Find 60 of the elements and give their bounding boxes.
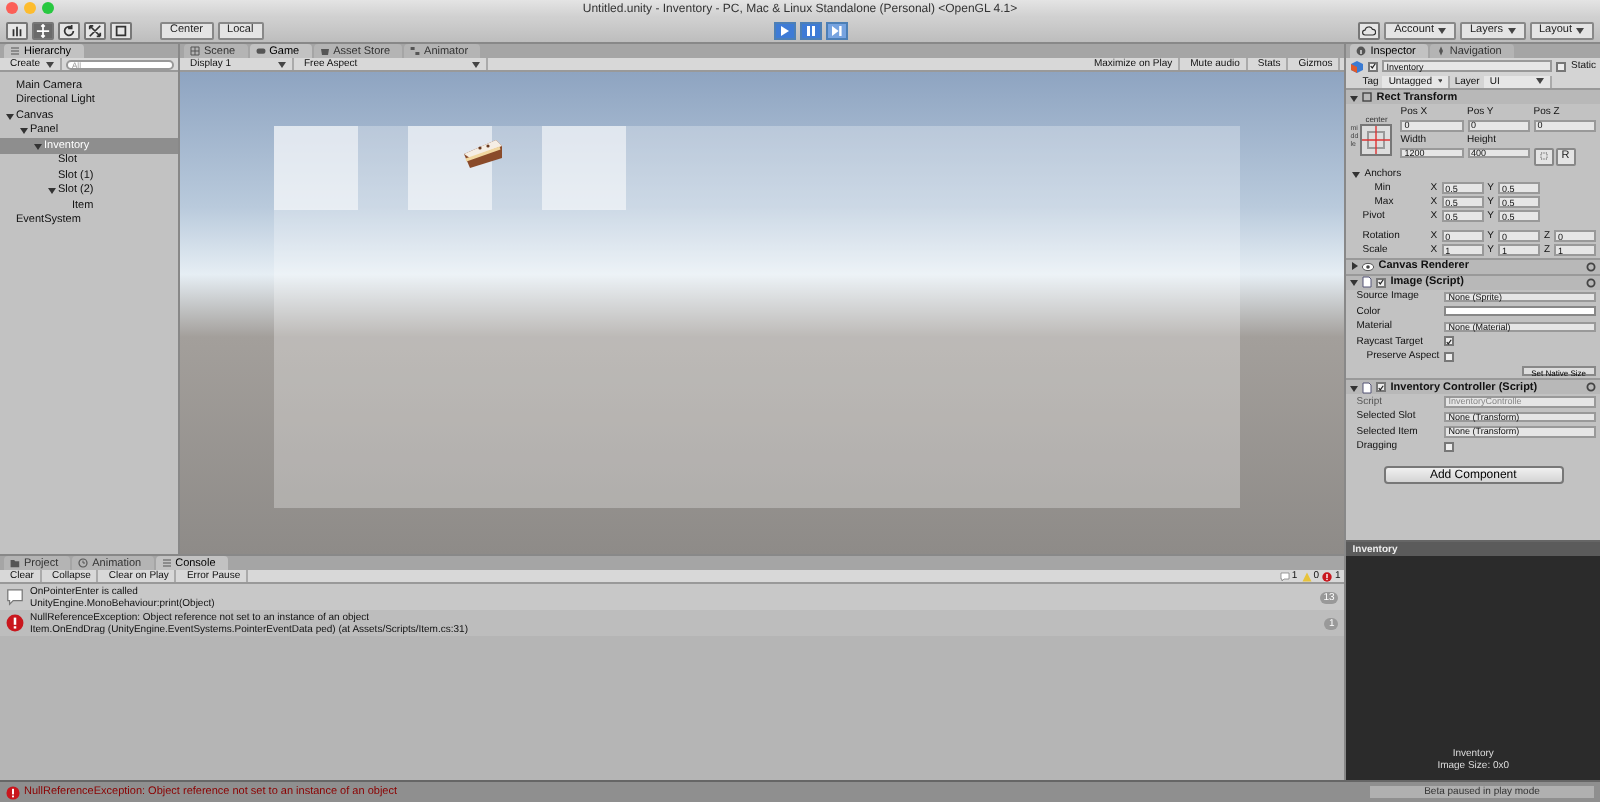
expanded-arrow-icon[interactable] xyxy=(1352,170,1361,178)
script-icon xyxy=(1362,381,1373,393)
rect-tool-icon xyxy=(114,23,128,37)
expanded-arrow-icon[interactable] xyxy=(1350,278,1359,286)
caret-icon xyxy=(1535,78,1544,84)
tool-button[interactable] xyxy=(32,21,54,39)
error-icon xyxy=(1322,571,1333,581)
cube-icon xyxy=(1350,59,1365,73)
expanded-arrow-icon[interactable] xyxy=(33,141,41,150)
info-icon xyxy=(1356,46,1367,56)
scale-icon xyxy=(88,23,102,37)
caret-icon xyxy=(1507,27,1515,33)
tool-button[interactable] xyxy=(84,21,106,39)
caret-icon xyxy=(1438,78,1443,84)
checkbox[interactable] xyxy=(1444,351,1455,362)
tool-button[interactable] xyxy=(6,21,28,39)
active-checkbox[interactable] xyxy=(1368,61,1379,71)
rotate-icon xyxy=(62,23,76,37)
expanded-arrow-icon[interactable] xyxy=(5,111,13,120)
error-icon xyxy=(6,614,24,632)
grid-icon xyxy=(190,46,200,56)
component-enabled-checkbox[interactable] xyxy=(1376,277,1387,287)
cloud-icon xyxy=(1362,25,1377,35)
caret-icon xyxy=(1437,27,1446,33)
speech-bubble-icon xyxy=(6,588,24,606)
checkbox[interactable] xyxy=(1444,441,1455,452)
play-icon xyxy=(779,25,790,35)
pause-icon xyxy=(805,25,816,35)
anchor-preset-icon[interactable] xyxy=(1360,124,1393,157)
static-checkbox[interactable] xyxy=(1556,61,1567,71)
expanded-arrow-icon[interactable] xyxy=(1350,383,1359,391)
play-control-button[interactable] xyxy=(773,21,796,39)
eye-icon xyxy=(1362,261,1375,271)
expanded-arrow-icon[interactable] xyxy=(1350,93,1359,101)
error-icon xyxy=(6,785,20,799)
blueprint-button[interactable] xyxy=(1533,147,1554,165)
nodes-icon xyxy=(410,46,421,56)
move-arrows-icon xyxy=(36,23,50,37)
script-icon xyxy=(1362,276,1373,288)
list-icon xyxy=(161,558,172,568)
expanded-arrow-icon[interactable] xyxy=(47,186,55,195)
play-control-button[interactable] xyxy=(799,21,822,39)
clock-icon xyxy=(78,558,89,568)
expanded-arrow-icon[interactable] xyxy=(19,126,27,135)
component-enabled-checkbox[interactable] xyxy=(1376,382,1387,392)
cake-slice-drawing xyxy=(460,134,504,170)
cloud-button[interactable] xyxy=(1358,21,1381,39)
tool-button[interactable] xyxy=(110,21,132,39)
rect-transform-icon xyxy=(1362,92,1373,102)
speech-bubble-icon xyxy=(1279,571,1290,581)
caret-icon xyxy=(1576,27,1585,33)
gamepad-icon xyxy=(255,46,266,56)
color-swatch[interactable] xyxy=(1444,306,1596,317)
checkbox[interactable] xyxy=(1444,336,1455,347)
step-icon xyxy=(831,25,842,35)
collapsed-arrow-icon[interactable] xyxy=(1350,262,1359,270)
dotted-square-icon xyxy=(1539,152,1548,160)
play-control-button[interactable] xyxy=(825,21,848,39)
tool-button[interactable] xyxy=(58,21,80,39)
list-icon xyxy=(10,46,20,56)
